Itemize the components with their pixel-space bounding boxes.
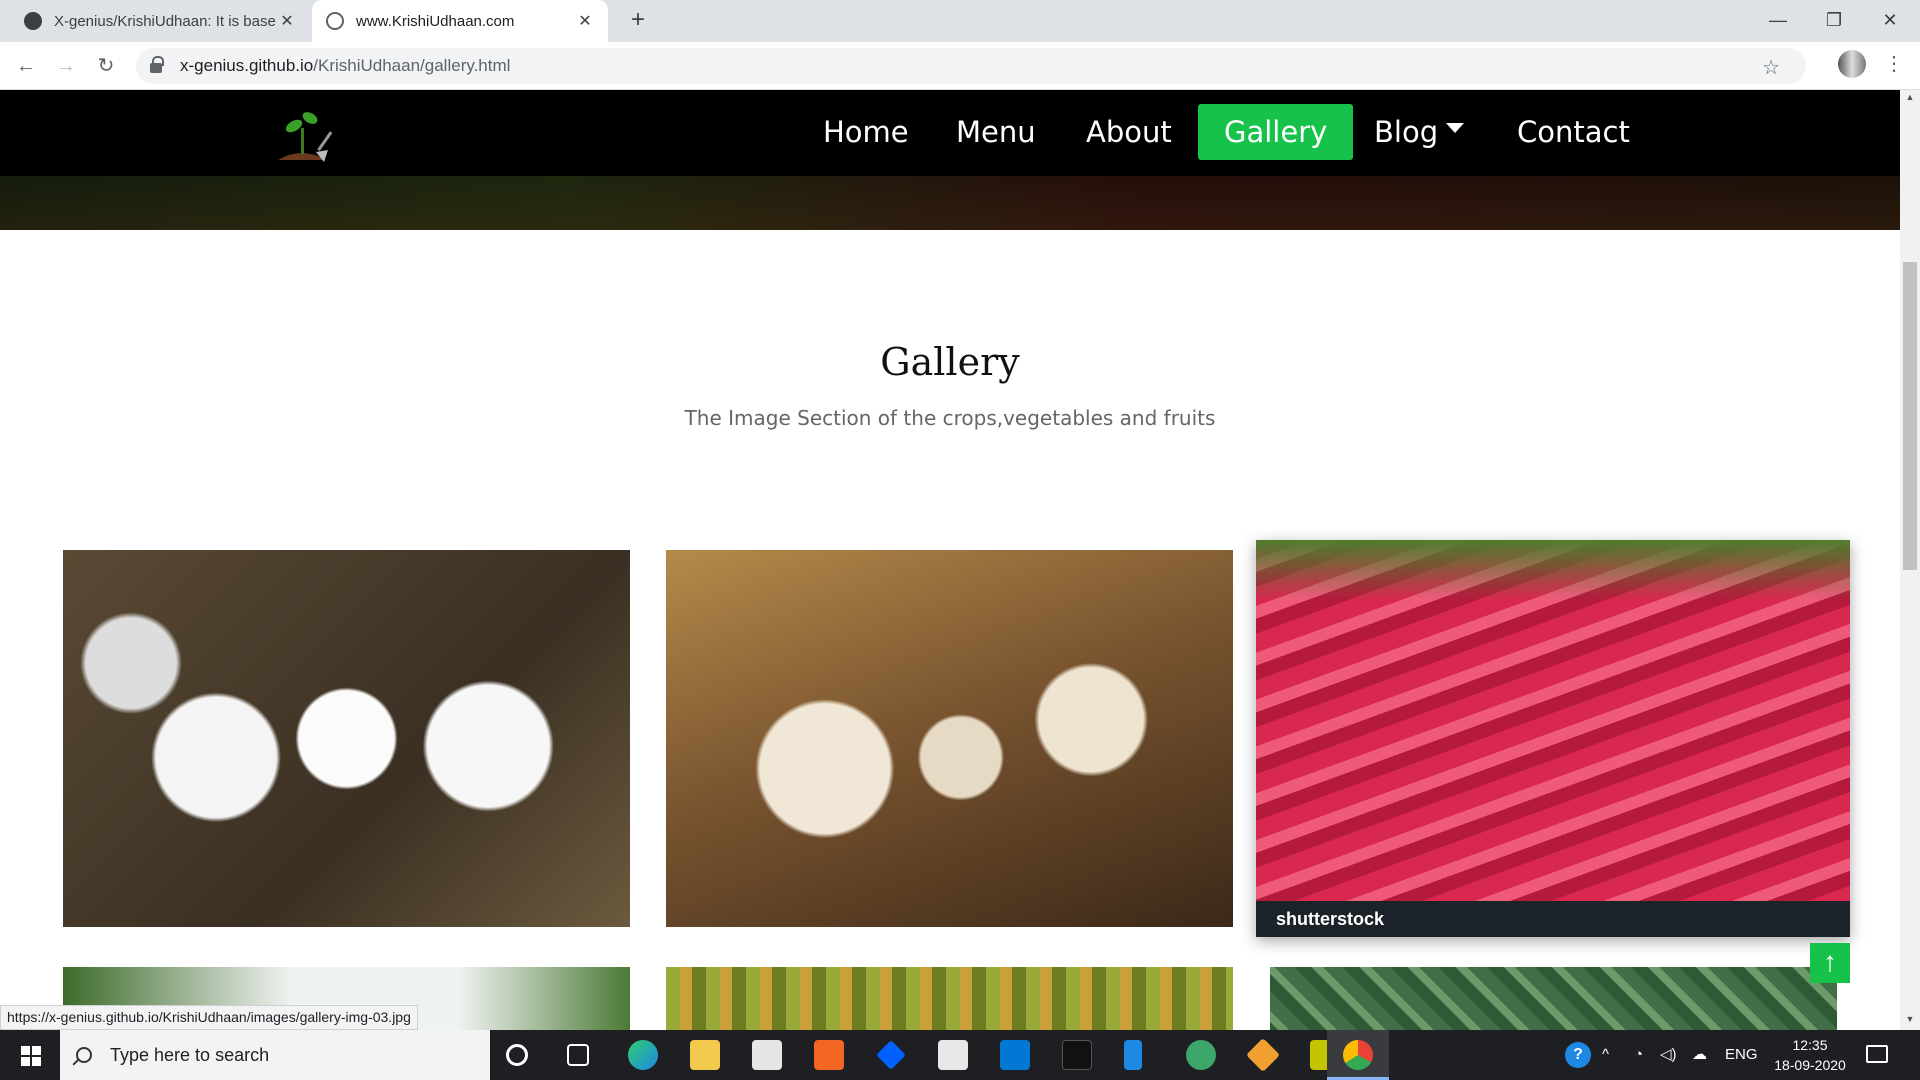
tab-title: X-genius/KrishiUdhaan: It is base (54, 12, 276, 30)
shutterstock-watermark: shutterstock (1256, 901, 1850, 937)
github-icon (24, 12, 42, 30)
url-path: /KrishiUdhaan/gallery.html (313, 56, 511, 75)
caret-down-icon (1446, 123, 1465, 133)
taskbar: Type here to search ? ^ ◔ ◁) ☁ ENG 12:35… (0, 1030, 1920, 1080)
nav-blog[interactable]: Blog (1348, 104, 1490, 160)
nav-home[interactable]: Home (797, 104, 935, 160)
gallery-image-cotton[interactable] (63, 550, 630, 927)
git-kraken-icon[interactable] (1246, 1038, 1280, 1072)
link-status-bar: https://x-genius.github.io/KrishiUdhaan/… (0, 1005, 418, 1030)
gallery-image-gourds[interactable] (666, 967, 1233, 1030)
page-viewport: Home Menu About Gallery Blog Contact Gal… (0, 90, 1900, 1030)
hero-image-strip (0, 176, 1900, 230)
tab-krishiudhaan[interactable]: www.KrishiUdhaan.com ✕ (312, 0, 608, 42)
back-icon[interactable]: ← (10, 50, 42, 82)
scroll-up-arrow-icon[interactable]: ▲ (1900, 92, 1920, 106)
whatsapp-icon[interactable] (814, 1040, 844, 1070)
scroll-to-top-button[interactable]: ↑ (1810, 943, 1850, 983)
tab-strip: X-genius/KrishiUdhaan: It is base ✕ www.… (0, 0, 1920, 42)
close-tab-icon[interactable]: ✕ (278, 11, 296, 31)
gallery-subtitle: The Image Section of the crops,vegetable… (684, 406, 1216, 430)
notifications-icon[interactable] (1866, 1045, 1888, 1063)
address-bar[interactable]: x-genius.github.io/KrishiUdhaan/gallery.… (136, 48, 1806, 84)
volume-icon[interactable]: ◁) (1660, 1030, 1677, 1080)
search-placeholder: Type here to search (110, 1044, 270, 1065)
chrome-taskbar-button[interactable] (1327, 1030, 1389, 1080)
task-view-icon[interactable] (567, 1044, 589, 1066)
store-icon[interactable] (752, 1040, 782, 1070)
atom-icon[interactable] (1186, 1040, 1216, 1070)
tray-expand-icon[interactable]: ^ (1602, 1030, 1609, 1080)
dropbox-icon[interactable] (876, 1040, 906, 1070)
tab-title: www.KrishiUdhaan.com (356, 12, 515, 30)
mysql-terminal-icon[interactable] (1062, 1040, 1092, 1070)
onedrive-cloud-icon[interactable]: ☁ (1692, 1030, 1707, 1080)
nav-blog-label: Blog (1374, 115, 1439, 149)
tab-github[interactable]: X-genius/KrishiUdhaan: It is base ✕ (10, 0, 310, 42)
edge-icon[interactable] (628, 1040, 658, 1070)
browser-toolbar: ← → ↻ x-genius.github.io/KrishiUdhaan/ga… (0, 42, 1920, 90)
maximize-button[interactable]: ❐ (1806, 0, 1862, 42)
phone-app-icon[interactable] (1124, 1040, 1142, 1070)
globe-icon (326, 12, 344, 30)
site-navbar: Home Menu About Gallery Blog Contact (0, 90, 1900, 176)
radish-leaves (1256, 540, 1850, 600)
minimize-button[interactable]: — (1750, 0, 1806, 42)
new-tab-button[interactable]: + (624, 6, 652, 34)
reload-icon[interactable]: ↻ (90, 50, 122, 82)
gallery-title: Gallery (880, 340, 1020, 384)
windows-logo-icon (21, 1046, 41, 1066)
language-indicator[interactable]: ENG (1725, 1030, 1758, 1080)
scrollbar-thumb[interactable] (1903, 262, 1917, 570)
gallery-image-garlic[interactable] (666, 550, 1233, 927)
chrome-icon (1343, 1040, 1373, 1070)
nav-gallery[interactable]: Gallery (1198, 104, 1354, 160)
search-icon (76, 1047, 92, 1063)
mail-icon[interactable] (1000, 1040, 1030, 1070)
gallery-image-leaves[interactable] (1270, 967, 1837, 1030)
nav-contact[interactable]: Contact (1491, 104, 1656, 160)
document-editor-icon[interactable] (938, 1040, 968, 1070)
profile-avatar[interactable] (1838, 50, 1866, 78)
cortana-icon[interactable] (506, 1044, 528, 1066)
wifi-icon[interactable]: ◔ (1634, 1030, 1643, 1080)
nav-menu[interactable]: Menu (930, 104, 1062, 160)
url-host: x-genius.github.io (180, 56, 314, 75)
bookmark-star-icon[interactable]: ☆ (1762, 55, 1780, 80)
file-explorer-icon[interactable] (690, 1040, 720, 1070)
nav-about[interactable]: About (1060, 104, 1198, 160)
close-tab-icon[interactable]: ✕ (576, 11, 594, 31)
logo-plant-icon[interactable] (272, 100, 346, 170)
clock-date: 18-09-2020 (1774, 1057, 1846, 1073)
chrome-menu-icon[interactable]: ⋮ (1884, 50, 1904, 78)
close-window-button[interactable]: ✕ (1862, 0, 1918, 42)
system-clock[interactable]: 12:35 18-09-2020 (1770, 1035, 1850, 1075)
scroll-down-arrow-icon[interactable]: ▼ (1900, 1014, 1920, 1028)
taskbar-search[interactable]: Type here to search (60, 1030, 490, 1080)
gallery-image-radish[interactable]: shutterstock (1256, 540, 1850, 937)
forward-icon[interactable]: → (50, 50, 82, 82)
start-button[interactable] (0, 1030, 60, 1080)
help-icon[interactable]: ? (1565, 1042, 1591, 1068)
lock-icon (150, 56, 164, 73)
clock-time: 12:35 (1792, 1037, 1828, 1053)
